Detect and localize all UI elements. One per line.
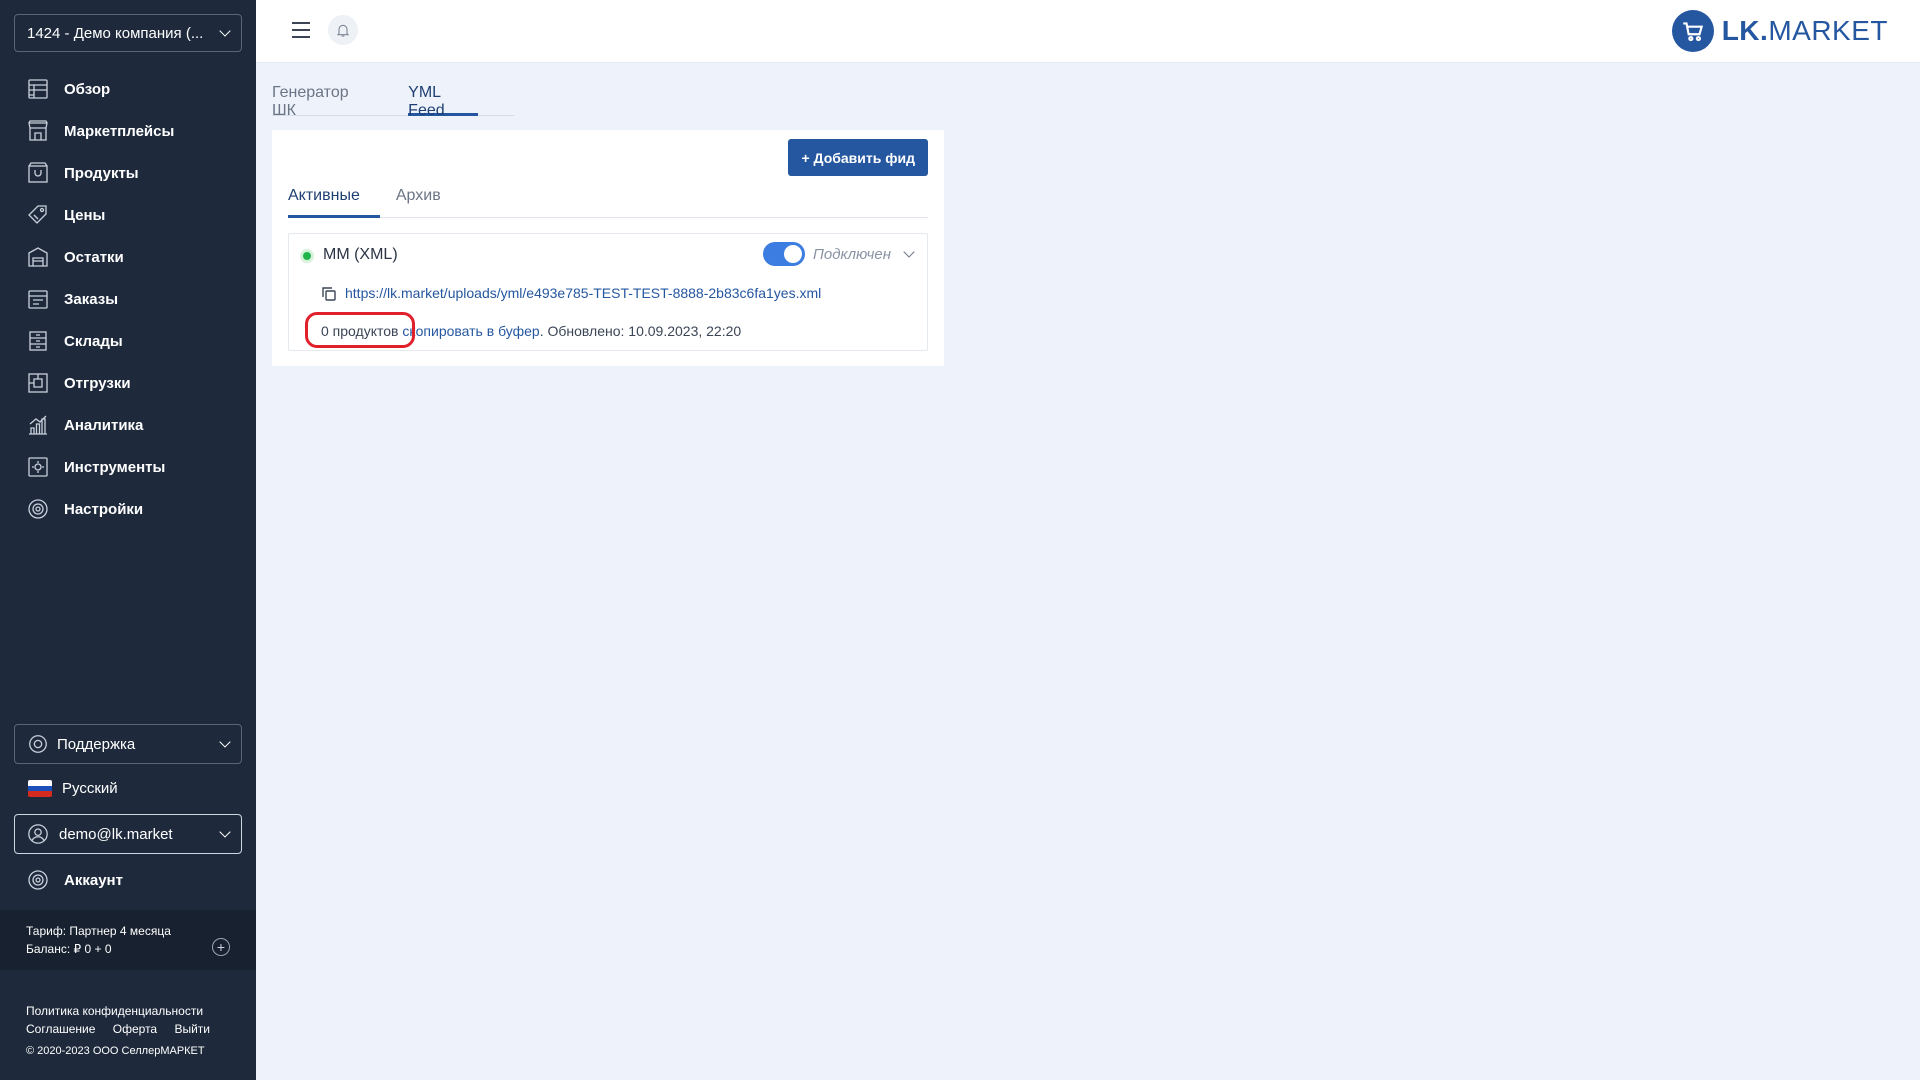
- user-dropdown[interactable]: demo@lk.market: [14, 814, 242, 854]
- company-selector[interactable]: 1424 - Демо компания (...: [14, 14, 242, 52]
- nav-item-label: Отгрузки: [64, 374, 131, 392]
- support-label: Поддержка: [57, 735, 136, 753]
- tab-archive[interactable]: Архив: [396, 185, 441, 218]
- copy-icon[interactable]: [321, 286, 337, 302]
- shipments-icon: [26, 371, 50, 395]
- chevron-down-icon: [219, 736, 231, 748]
- tab-active[interactable]: Активные: [288, 185, 380, 218]
- user-email: demo@lk.market: [59, 825, 173, 843]
- feed-name: MM (XML): [323, 246, 398, 263]
- russian-flag-icon: [28, 780, 52, 797]
- privacy-link[interactable]: Политика конфиденциальности: [26, 1004, 203, 1018]
- nav-item-label: Маркетплейсы: [64, 122, 175, 140]
- nav-item-label: Инструменты: [64, 458, 166, 476]
- nav-item-label: Обзор: [64, 80, 111, 98]
- add-feed-button[interactable]: + Добавить фид: [788, 139, 928, 176]
- nav-item-shipments[interactable]: Отгрузки: [0, 362, 256, 404]
- account-link[interactable]: Аккаунт: [26, 868, 123, 892]
- main-tabs: Генератор ШК YML Feed: [272, 80, 514, 119]
- feed-subtabs: Активные Архив: [288, 185, 928, 218]
- nav-item-marketplaces[interactable]: Маркетплейсы: [0, 110, 256, 152]
- account-icon: [26, 868, 50, 892]
- nav-item-label: Заказы: [64, 290, 119, 308]
- highlight-annotation: [305, 312, 415, 348]
- language-label: Русский: [62, 780, 118, 797]
- analytics-icon: [26, 413, 50, 437]
- tools-icon: [26, 455, 50, 479]
- updated-text: . Обновлено: 10.09.2023, 22:20: [539, 323, 742, 339]
- menu-icon[interactable]: [292, 22, 310, 38]
- status-dot-icon: [300, 249, 314, 263]
- copy-to-clipboard-link[interactable]: скопировать в буфер: [402, 323, 539, 339]
- tab-barcode-generator[interactable]: Генератор ШК: [272, 80, 372, 119]
- feed-status: Подключен: [813, 246, 892, 263]
- company-name: 1424 - Демо компания (...: [27, 24, 204, 42]
- agreement-link[interactable]: Соглашение: [26, 1022, 95, 1036]
- logo-text: LK.MARKET: [1721, 15, 1888, 46]
- nav-item-stock[interactable]: Остатки: [0, 236, 256, 278]
- nav-item-settings[interactable]: Настройки: [0, 488, 256, 530]
- nav-item-tools[interactable]: Инструменты: [0, 446, 256, 488]
- copyright: © 2020-2023 ООО СеллерМАРКЕТ: [26, 1045, 205, 1057]
- feed-url-link[interactable]: https://lk.market/uploads/yml/e493e785-T…: [345, 285, 821, 301]
- orders-icon: [26, 287, 50, 311]
- logo[interactable]: LK.MARKET: [1671, 10, 1888, 52]
- nav-item-warehouses[interactable]: Склады: [0, 320, 256, 362]
- nav-item-label: Цены: [64, 206, 106, 224]
- nav-item-overview[interactable]: Обзор: [0, 68, 256, 110]
- price-tag-icon: [26, 203, 50, 227]
- products-icon: [26, 161, 50, 185]
- nav-item-prices[interactable]: Цены: [0, 194, 256, 236]
- nav-item-label: Остатки: [64, 248, 124, 266]
- bell-icon[interactable]: [328, 15, 358, 45]
- settings-icon: [26, 497, 50, 521]
- nav-item-products[interactable]: Продукты: [0, 152, 256, 194]
- nav-item-label: Продукты: [64, 164, 139, 182]
- overview-icon: [26, 77, 50, 101]
- account-label: Аккаунт: [64, 871, 123, 889]
- yml-feed-card: + Добавить фид Активные Архив MM (XML) П…: [272, 130, 944, 366]
- sidebar-footer: Политика конфиденциальности Соглашение О…: [26, 1002, 224, 1060]
- marketplace-icon: [26, 119, 50, 143]
- chevron-down-icon: [219, 826, 231, 838]
- nav-item-label: Аналитика: [64, 416, 144, 434]
- sidebar: 1424 - Демо компания (... Обзор Маркетпл…: [0, 0, 256, 1080]
- chevron-down-icon: [219, 25, 231, 37]
- logout-link[interactable]: Выйти: [174, 1022, 210, 1036]
- cart-icon: [1671, 10, 1714, 52]
- offer-link[interactable]: Оферта: [113, 1022, 157, 1036]
- nav-item-label: Настройки: [64, 500, 144, 518]
- support-dropdown[interactable]: Поддержка: [14, 724, 242, 764]
- user-avatar-icon: [27, 823, 49, 845]
- chevron-down-icon[interactable]: [903, 246, 915, 258]
- tariff-panel: Тариф: Партнер 4 месяца Баланс: ₽ 0 + 0 …: [0, 910, 256, 970]
- feed-toggle[interactable]: [763, 242, 805, 266]
- top-header: LK.MARKET: [256, 0, 1920, 63]
- main-nav: Обзор Маркетплейсы Продукты Цены Остатки…: [0, 68, 256, 530]
- nav-item-label: Склады: [64, 332, 123, 350]
- headset-icon: [27, 733, 49, 755]
- nav-item-analytics[interactable]: Аналитика: [0, 404, 256, 446]
- tab-yml-feed[interactable]: YML Feed: [408, 80, 478, 119]
- nav-item-orders[interactable]: Заказы: [0, 278, 256, 320]
- feed-item: MM (XML) Подключен https://lk.market/upl…: [288, 233, 928, 351]
- language-selector[interactable]: Русский: [28, 780, 118, 797]
- add-balance-icon[interactable]: +: [212, 938, 230, 956]
- stock-icon: [26, 245, 50, 269]
- warehouse-icon: [26, 329, 50, 353]
